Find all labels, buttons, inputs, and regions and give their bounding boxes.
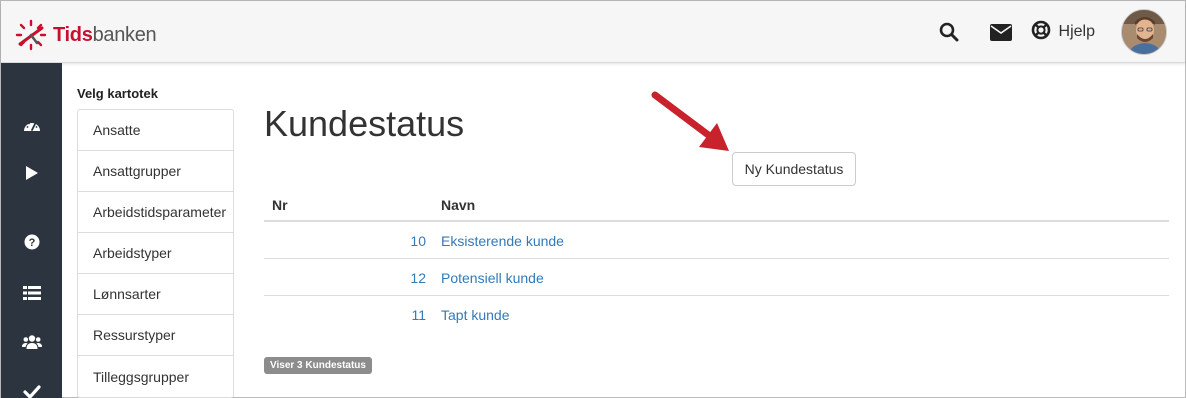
column-header-nr: Nr (272, 197, 288, 213)
logo[interactable]: Tidsbanken (15, 19, 157, 51)
page-title: Kundestatus (264, 103, 465, 144)
row-navn-link[interactable]: Tapt kunde (441, 307, 510, 323)
question-icon[interactable]: ? (1, 227, 62, 257)
row-navn-link[interactable]: Potensiell kunde (441, 270, 544, 286)
tidsbanken-logo-icon (15, 19, 47, 51)
kartotek-item-arbeidstyper[interactable]: Arbeidstyper (78, 233, 233, 274)
table-row[interactable]: 12 Potensiell kunde (264, 259, 1169, 296)
kartotek-item-ansatte[interactable]: Ansatte (78, 110, 233, 151)
row-nr: 10 (410, 233, 426, 249)
kundestatus-table: Nr Navn 10 Eksisterende kunde 12 Potensi… (264, 186, 1169, 333)
table-row[interactable]: 11 Tapt kunde (264, 296, 1169, 333)
avatar[interactable] (1121, 9, 1167, 55)
row-nr: 12 (410, 270, 426, 286)
list-icon[interactable] (1, 278, 62, 308)
lifebuoy-icon (1031, 20, 1051, 45)
kartotek-item-tilleggsgrupper[interactable]: Tilleggsgrupper (78, 356, 233, 397)
dashboard-icon[interactable] (1, 110, 62, 140)
kartotek-item-ansattgrupper[interactable]: Ansattgrupper (78, 151, 233, 192)
brand-name: Tidsbanken (53, 23, 157, 47)
kartotek-list: Ansatte Ansattgrupper Arbeidstidsparamet… (77, 109, 234, 398)
svg-text:?: ? (28, 237, 35, 249)
check-icon[interactable] (1, 377, 62, 398)
row-nr: 11 (411, 307, 426, 323)
play-icon[interactable] (1, 158, 62, 188)
search-icon[interactable] (929, 12, 969, 52)
kartotek-item-ressurstyper[interactable]: Ressurstyper (78, 315, 233, 356)
count-badge: Viser 3 Kundestatus (264, 357, 372, 374)
column-header-navn: Navn (441, 197, 476, 213)
annotation-arrow (649, 89, 739, 164)
left-nav: ? (1, 63, 62, 398)
new-kundestatus-button[interactable]: Ny Kundestatus (732, 152, 856, 186)
users-icon[interactable] (1, 327, 62, 357)
row-navn-link[interactable]: Eksisterende kunde (441, 233, 564, 249)
kartotek-item-lonnsarter[interactable]: Lønnsarter (78, 274, 233, 315)
mail-icon[interactable] (981, 12, 1021, 52)
brand-name-part2: banken (92, 23, 157, 46)
help-label: Hjelp (1058, 23, 1095, 40)
table-row[interactable]: 10 Eksisterende kunde (264, 222, 1169, 259)
kartotek-label: Velg kartotek (77, 86, 158, 101)
table-header: Nr Navn (264, 186, 1169, 222)
top-bar: Tidsbanken Hjelp (1, 1, 1185, 63)
kartotek-item-arbeidstidsparameter[interactable]: Arbeidstidsparameter (78, 192, 233, 233)
help-button[interactable]: Hjelp (1031, 20, 1095, 45)
brand-name-part1: Tids (53, 23, 93, 46)
